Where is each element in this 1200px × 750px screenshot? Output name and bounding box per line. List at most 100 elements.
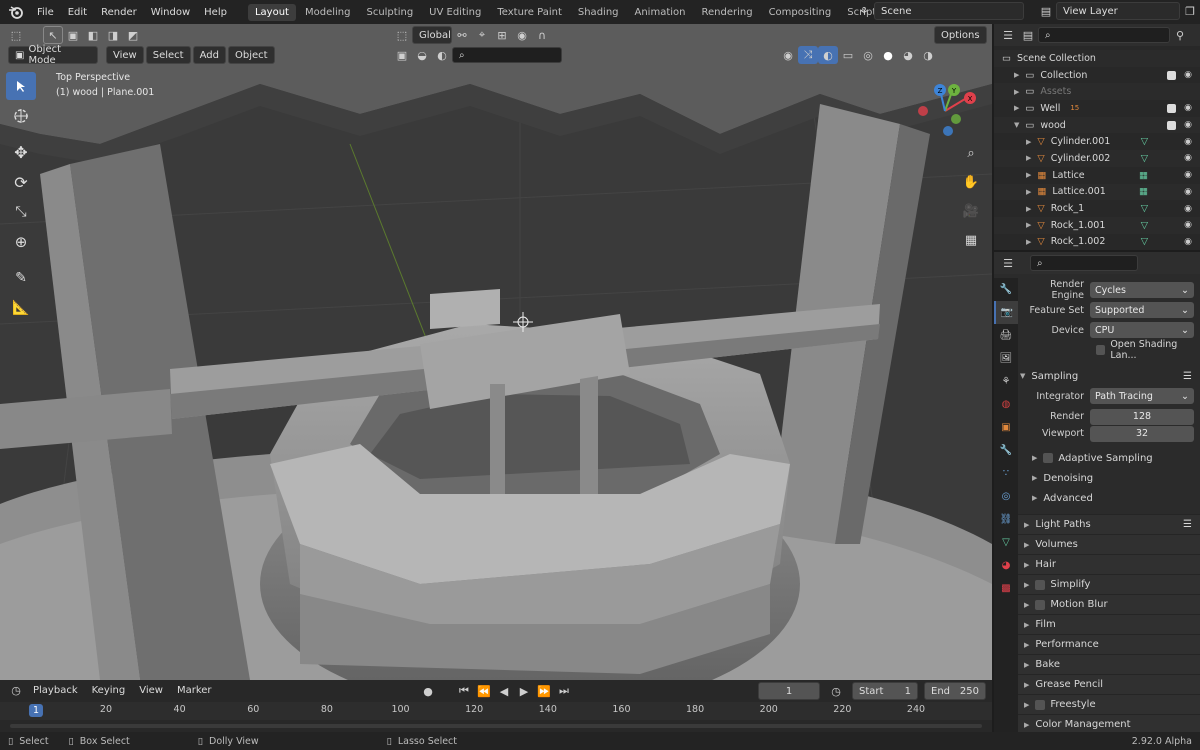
expand-triangle-icon[interactable]: ▶ (1026, 205, 1031, 213)
render-engine-dropdown[interactable]: Cycles ⌄ (1090, 282, 1194, 298)
panel-freestyle[interactable]: ▶ Freestyle (1018, 694, 1200, 714)
list-icon[interactable]: ☰ (1183, 371, 1192, 382)
expand-triangle-icon[interactable]: ▼ (1014, 121, 1019, 129)
panel-volumes[interactable]: ▶ Volumes (1018, 534, 1200, 554)
outliner-row[interactable]: ▶ ▽ Rock_1.002 ▽ ◉ (994, 234, 1200, 251)
proportional-edit-icon[interactable]: ◉ (512, 26, 532, 44)
gizmo-toggle-icon[interactable]: ⤨ (798, 46, 818, 64)
sampling-panel-header[interactable]: ▼ Sampling ☰ (1020, 366, 1200, 386)
eye-icon[interactable]: ◉ (1184, 204, 1192, 214)
output-tab-icon[interactable]: 🖨 (994, 324, 1018, 347)
copy-view-layer-icon[interactable]: ❐ (1180, 2, 1200, 20)
scale-tool-icon[interactable]: ⤡ (6, 198, 36, 226)
expand-triangle-icon[interactable]: ▶ (1026, 238, 1031, 246)
viewport-menu-select[interactable]: Select (145, 46, 191, 64)
select-intersect-icon[interactable]: ◩ (123, 26, 143, 44)
tab-layout[interactable]: Layout (247, 3, 296, 21)
tab-rendering[interactable]: Rendering (694, 4, 759, 21)
eye-icon[interactable]: ◉ (1184, 220, 1192, 230)
advanced-subpanel[interactable]: ▶ Advanced (1020, 488, 1200, 508)
overlay-filter-icon[interactable]: ◒ (412, 46, 432, 64)
outliner-row[interactable]: ▶ ▽ Rock_1.001 ▽ ◉ (994, 216, 1200, 234)
visibility-icon[interactable]: ◉ (778, 46, 798, 64)
options-button[interactable]: Options (934, 26, 987, 44)
panel-hair[interactable]: ▶ Hair (1018, 554, 1200, 574)
tab-modeling[interactable]: Modeling (298, 4, 358, 21)
texture-tab-icon[interactable]: ▩ (994, 577, 1018, 600)
timeline-editor-icon[interactable]: ◷ (6, 681, 26, 699)
jump-end-icon[interactable]: ⏭ (554, 682, 574, 700)
play-reverse-icon[interactable]: ◀ (494, 682, 514, 700)
expand-triangle-icon[interactable]: ▶ (1014, 88, 1019, 96)
render-samples-field[interactable]: 128 (1090, 408, 1194, 425)
wireframe-shading-icon[interactable]: ◎ (858, 46, 878, 64)
scene-name-field[interactable]: Scene (874, 2, 1024, 20)
move-tool-icon[interactable]: ✥ (6, 138, 36, 166)
view-layer-field[interactable]: View Layer (1056, 2, 1180, 20)
panel-enable-checkbox[interactable] (1035, 579, 1046, 590)
measure-tool-icon[interactable]: 📐 (6, 294, 36, 322)
outliner-row[interactable]: ▶ ▽ Cylinder.002 ▽ ◉ (994, 150, 1200, 167)
include-checkbox[interactable] (1167, 103, 1176, 113)
timeline-menu-marker[interactable]: Marker (170, 685, 219, 696)
tab-texture-paint[interactable]: Texture Paint (490, 4, 569, 21)
falloff-icon[interactable]: ∩ (532, 26, 552, 44)
expand-triangle-icon[interactable]: ▶ (1026, 138, 1031, 146)
orientation-value[interactable]: Global (412, 26, 452, 44)
outliner-row[interactable]: ▶ ▦ Lattice ▦ ◉ (994, 167, 1200, 184)
viewport-menu-object[interactable]: Object (227, 46, 275, 64)
display-mode-icon[interactable]: ▤ (1018, 26, 1038, 44)
tab-uv-editing[interactable]: UV Editing (422, 4, 488, 21)
menu-file[interactable]: File (30, 7, 61, 18)
constraints-tab-icon[interactable]: ⛓ (994, 508, 1018, 531)
expand-triangle-icon[interactable]: ▶ (1014, 104, 1019, 112)
play-icon[interactable]: ▶ (514, 682, 534, 700)
mode-selector[interactable]: ▣ Object Mode (8, 44, 98, 66)
rotate-tool-icon[interactable]: ⟳ (6, 168, 36, 196)
panel-enable-checkbox[interactable] (1035, 599, 1046, 610)
eye-icon[interactable]: ◉ (1184, 120, 1192, 130)
list-icon[interactable]: ☰ (1183, 519, 1192, 530)
current-frame-field[interactable]: 1 (758, 682, 820, 700)
modifier-tab-icon[interactable]: 🔧 (994, 439, 1018, 462)
outliner-row[interactable]: ▭ Scene Collection (994, 50, 1200, 67)
lattice-data-icon[interactable]: ▦ (1139, 170, 1148, 181)
mesh-data-icon[interactable]: ▽ (1141, 136, 1148, 147)
transform-tool-icon[interactable]: ⊕ (6, 228, 36, 256)
device-dropdown[interactable]: CPU ⌄ (1090, 322, 1194, 338)
navigation-gizmo[interactable]: X Y Z (910, 76, 980, 146)
object-mode-dropdown[interactable]: ▣ Object Mode (8, 44, 98, 66)
panel-motion-blur[interactable]: ▶ Motion Blur (1018, 594, 1200, 614)
frame-ruler[interactable]: 1 20 40 60 80 100 120 140 160 180 200 220 240 (0, 702, 992, 720)
viewport-search-field[interactable]: ⌕ (452, 47, 562, 63)
tab-sculpting[interactable]: Sculpting (359, 4, 420, 21)
feature-set-dropdown[interactable]: Supported ⌄ (1090, 302, 1194, 318)
menu-help[interactable]: Help (197, 7, 234, 18)
eye-icon[interactable]: ◉ (1184, 103, 1192, 113)
panel-light-paths[interactable]: ▶ Light Paths ☰ (1018, 514, 1200, 534)
expand-triangle-icon[interactable]: ▶ (1026, 221, 1031, 229)
clock-icon[interactable]: ◷ (826, 682, 846, 700)
tab-shading[interactable]: Shading (571, 4, 626, 21)
panel-grease-pencil[interactable]: ▶ Grease Pencil (1018, 674, 1200, 694)
transform-orientation[interactable]: ⬚ Global ⚯ ⌖ ⊞ ◉ ∩ (392, 26, 552, 44)
zoom-icon[interactable]: ⌕ (960, 142, 982, 164)
prev-keyframe-icon[interactable]: ⏪ (474, 682, 494, 700)
adaptive-sampling-subpanel[interactable]: ▶ Adaptive Sampling (1020, 448, 1200, 468)
scene-tab-icon[interactable]: ⚘ (994, 370, 1018, 393)
material-tab-icon[interactable]: ◕ (994, 554, 1018, 577)
tab-compositing[interactable]: Compositing (762, 4, 839, 21)
panel-enable-checkbox[interactable] (1035, 699, 1046, 710)
eye-icon[interactable]: ◉ (1184, 170, 1192, 180)
material-shading-icon[interactable]: ◕ (898, 46, 918, 64)
overlays-toggle-icon[interactable]: ◐ (818, 46, 838, 64)
expand-triangle-icon[interactable]: ▶ (1026, 171, 1031, 179)
world-tab-icon[interactable]: ◍ (994, 393, 1018, 416)
camera-view-icon[interactable]: 🎥 (960, 200, 982, 222)
panel-bake[interactable]: ▶ Bake (1018, 654, 1200, 674)
select-mode-group[interactable]: ↖ ▣ ◧ ◨ ◩ (43, 26, 143, 44)
next-keyframe-icon[interactable]: ⏩ (534, 682, 554, 700)
object-tab-icon[interactable]: ▣ (994, 416, 1018, 439)
outliner-row[interactable]: ▼ ▭ wood ◉ (994, 116, 1200, 134)
outliner-row[interactable]: ▶ ▭ Assets (994, 83, 1200, 101)
